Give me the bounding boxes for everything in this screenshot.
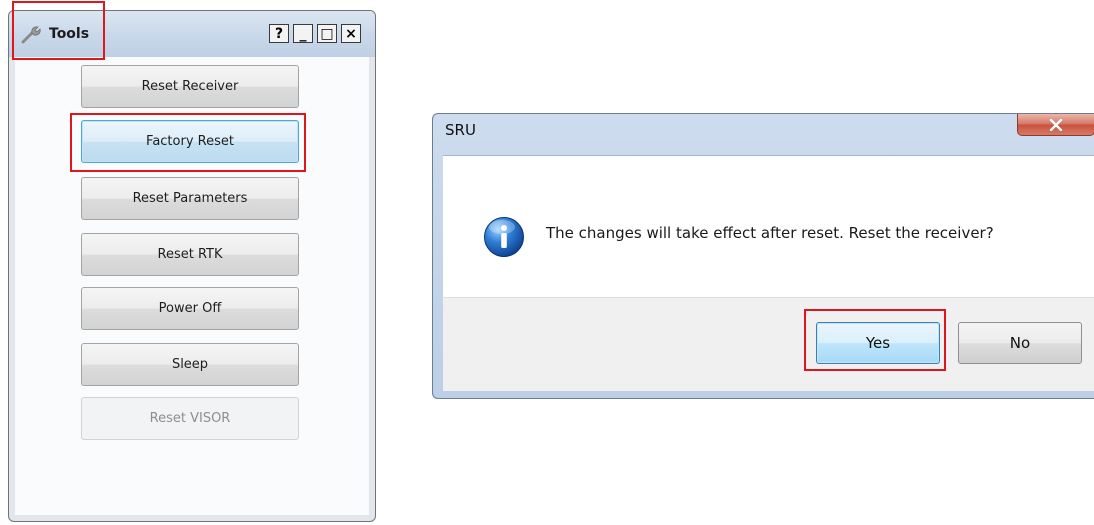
sleep-button[interactable]: Sleep xyxy=(81,343,299,386)
tools-title: Tools xyxy=(21,23,89,45)
close-button[interactable]: × xyxy=(341,24,361,43)
tools-titlebar[interactable]: Tools ? _ □ × xyxy=(9,11,375,57)
maximize-button[interactable]: □ xyxy=(317,24,337,43)
minimize-button[interactable]: _ xyxy=(293,24,313,43)
reset-rtk-button[interactable]: Reset RTK xyxy=(81,233,299,276)
help-button[interactable]: ? xyxy=(269,24,289,43)
no-button[interactable]: No xyxy=(958,322,1082,364)
dialog-message: The changes will take effect after reset… xyxy=(546,224,994,242)
power-off-button[interactable]: Power Off xyxy=(81,287,299,330)
reset-receiver-button[interactable]: Reset Receiver xyxy=(81,65,299,108)
reset-parameters-button[interactable]: Reset Parameters xyxy=(81,177,299,220)
factory-reset-button[interactable]: Factory Reset xyxy=(81,120,299,163)
yes-button[interactable]: Yes xyxy=(816,322,940,364)
tools-window: Tools ? _ □ × Reset Receiver Factory Res… xyxy=(8,10,376,522)
tools-body: Reset Receiver Factory Reset Reset Param… xyxy=(15,57,369,515)
info-icon xyxy=(484,217,524,257)
dialog-close-button[interactable] xyxy=(1017,114,1094,136)
dialog-content: The changes will take effect after reset… xyxy=(443,155,1094,297)
sru-dialog-title: SRU xyxy=(445,121,476,139)
close-icon xyxy=(1049,118,1063,131)
title-buttons: ? _ □ × xyxy=(269,24,361,43)
wrench-icon xyxy=(21,26,41,44)
reset-visor-button: Reset VISOR xyxy=(81,397,299,440)
dialog-footer: Yes No xyxy=(443,297,1094,391)
tools-title-text: Tools xyxy=(49,26,90,42)
sru-dialog: SRU The changes will take effect after r… xyxy=(432,113,1094,399)
